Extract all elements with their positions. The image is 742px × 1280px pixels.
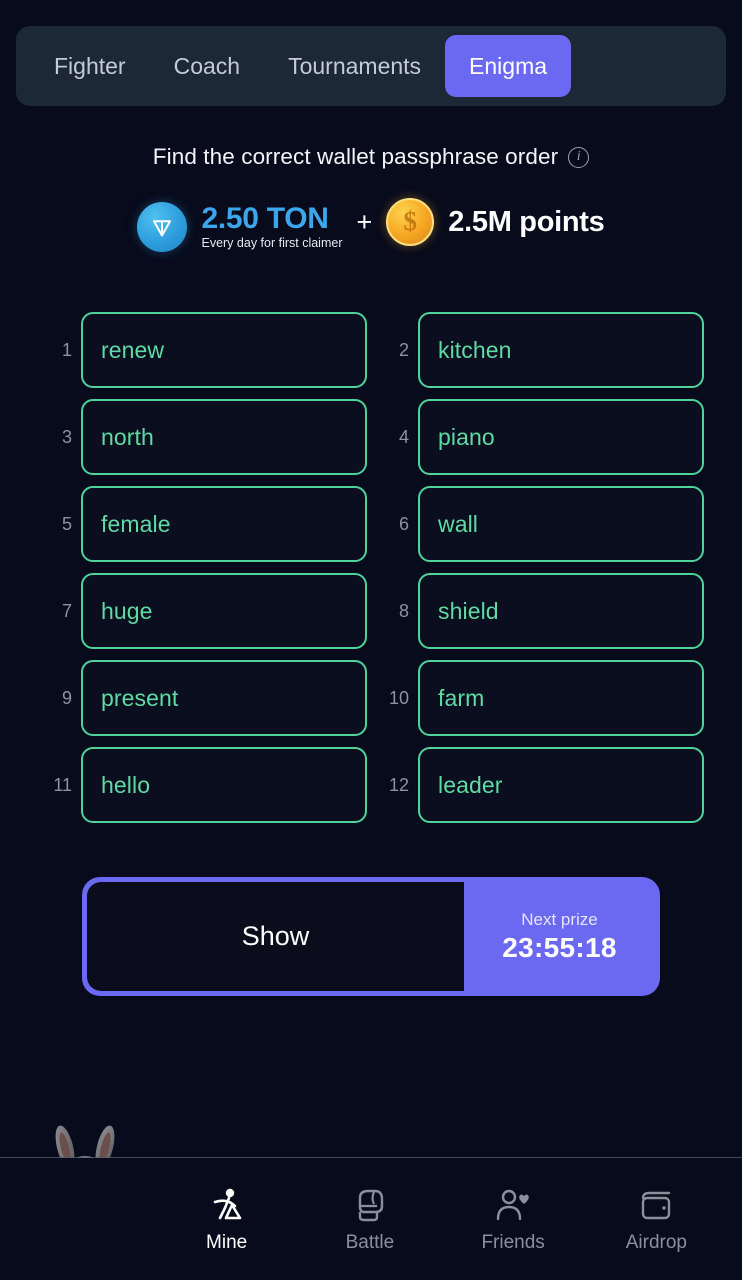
nav-item-friends[interactable]: Friends <box>453 1185 573 1254</box>
passphrase-cell: 10 farm <box>375 660 704 736</box>
passphrase-cell: 8 shield <box>375 573 704 649</box>
word-text: renew <box>101 336 165 363</box>
word-text: present <box>101 684 179 711</box>
page-title-row: Find the correct wallet passphrase order… <box>0 144 742 170</box>
word-text: hello <box>101 771 151 798</box>
ton-amount: 2.50 TON <box>201 202 329 235</box>
passphrase-cell: 7 huge <box>38 573 367 649</box>
nav-item-label: Mine <box>206 1231 248 1253</box>
word-text: farm <box>438 684 485 711</box>
passphrase-cell: 5 female <box>38 486 367 562</box>
pickaxe-miner-icon <box>207 1185 247 1227</box>
tab-tournaments[interactable]: Tournaments <box>264 35 445 97</box>
word-text: huge <box>101 597 153 624</box>
word-text: shield <box>438 597 499 624</box>
word-box[interactable]: shield <box>418 573 704 649</box>
show-button[interactable]: Show <box>87 882 464 991</box>
word-index: 3 <box>61 426 72 447</box>
nav-item-label: Friends <box>481 1231 545 1253</box>
word-index: 1 <box>61 339 72 360</box>
word-index: 7 <box>61 600 72 621</box>
word-index: 10 <box>388 687 409 708</box>
ton-coin-icon <box>137 202 188 252</box>
passphrase-cell: 3 north <box>38 399 367 475</box>
passphrase-grid: 1 renew 2 kitchen 3 north 4 piano 5 fema… <box>38 312 704 823</box>
word-text: female <box>101 510 171 537</box>
next-prize-timer: Next prize 23:55:18 <box>464 882 655 991</box>
word-text: kitchen <box>438 336 512 363</box>
word-box[interactable]: north <box>81 399 367 475</box>
bottom-navigation: Mine Battle Friends Airdrop <box>0 1158 742 1280</box>
word-box[interactable]: hello <box>81 747 367 823</box>
tab-enigma[interactable]: Enigma <box>445 35 572 97</box>
show-button-label: Show <box>241 921 310 951</box>
boxing-glove-icon <box>350 1185 390 1227</box>
word-box[interactable]: wall <box>418 486 704 562</box>
passphrase-cell: 9 present <box>38 660 367 736</box>
word-index: 6 <box>398 513 409 534</box>
nav-item-mine[interactable]: Mine <box>167 1185 287 1254</box>
page-title: Find the correct wallet passphrase order <box>152 144 559 169</box>
tab-fighter[interactable]: Fighter <box>30 35 150 97</box>
nav-item-battle[interactable]: Battle <box>310 1185 430 1254</box>
enigma-screen: Fighter Coach Tournaments Enigma Find th… <box>0 0 742 1280</box>
passphrase-cell: 12 leader <box>375 747 704 823</box>
word-box[interactable]: piano <box>418 399 704 475</box>
nav-item-label: Battle <box>345 1231 395 1253</box>
top-tab-bar: Fighter Coach Tournaments Enigma <box>16 26 726 106</box>
countdown-timer: 23:55:18 <box>502 931 617 963</box>
passphrase-cell: 2 kitchen <box>375 312 704 388</box>
passphrase-cell: 6 wall <box>375 486 704 562</box>
prize-row: 2.50 TON Every day for first claimer + $… <box>0 196 742 258</box>
word-box[interactable]: female <box>81 486 367 562</box>
next-prize-label: Next prize <box>521 909 598 929</box>
passphrase-cell: 11 hello <box>38 747 367 823</box>
passphrase-cell: 4 piano <box>375 399 704 475</box>
word-index: 2 <box>398 339 409 360</box>
word-box[interactable]: leader <box>418 747 704 823</box>
points-amount: 2.5M points <box>448 205 605 238</box>
word-box[interactable]: huge <box>81 573 367 649</box>
word-index: 5 <box>61 513 72 534</box>
show-and-timer-bar: Show Next prize 23:55:18 <box>82 877 660 996</box>
person-heart-icon <box>493 1185 533 1227</box>
word-index: 11 <box>53 774 72 795</box>
ton-prize-text: 2.50 TON Every day for first claimer <box>201 203 342 251</box>
word-text: north <box>101 423 154 450</box>
word-box[interactable]: kitchen <box>418 312 704 388</box>
tab-coach[interactable]: Coach <box>150 35 264 97</box>
word-text: wall <box>438 510 479 537</box>
word-box[interactable]: farm <box>418 660 704 736</box>
prize-plus-separator: + <box>356 206 373 237</box>
dollar-coin-glyph: $ <box>403 205 418 236</box>
passphrase-cell: 1 renew <box>38 312 367 388</box>
word-box[interactable]: renew <box>81 312 367 388</box>
wallet-icon <box>636 1185 676 1227</box>
nav-items: Mine Battle Friends Airdrop <box>155 1158 742 1280</box>
word-text: leader <box>438 771 503 798</box>
word-index: 9 <box>61 687 72 708</box>
info-circle-icon[interactable]: i <box>568 146 590 168</box>
nav-item-label: Airdrop <box>625 1231 687 1253</box>
word-index: 12 <box>388 774 409 795</box>
word-index: 8 <box>398 600 409 621</box>
word-text: piano <box>438 423 495 450</box>
nav-item-airdrop[interactable]: Airdrop <box>596 1185 716 1254</box>
word-index: 4 <box>398 426 409 447</box>
word-box[interactable]: present <box>81 660 367 736</box>
dollar-coin-icon: $ <box>386 198 435 246</box>
ton-subtitle: Every day for first claimer <box>201 236 343 250</box>
